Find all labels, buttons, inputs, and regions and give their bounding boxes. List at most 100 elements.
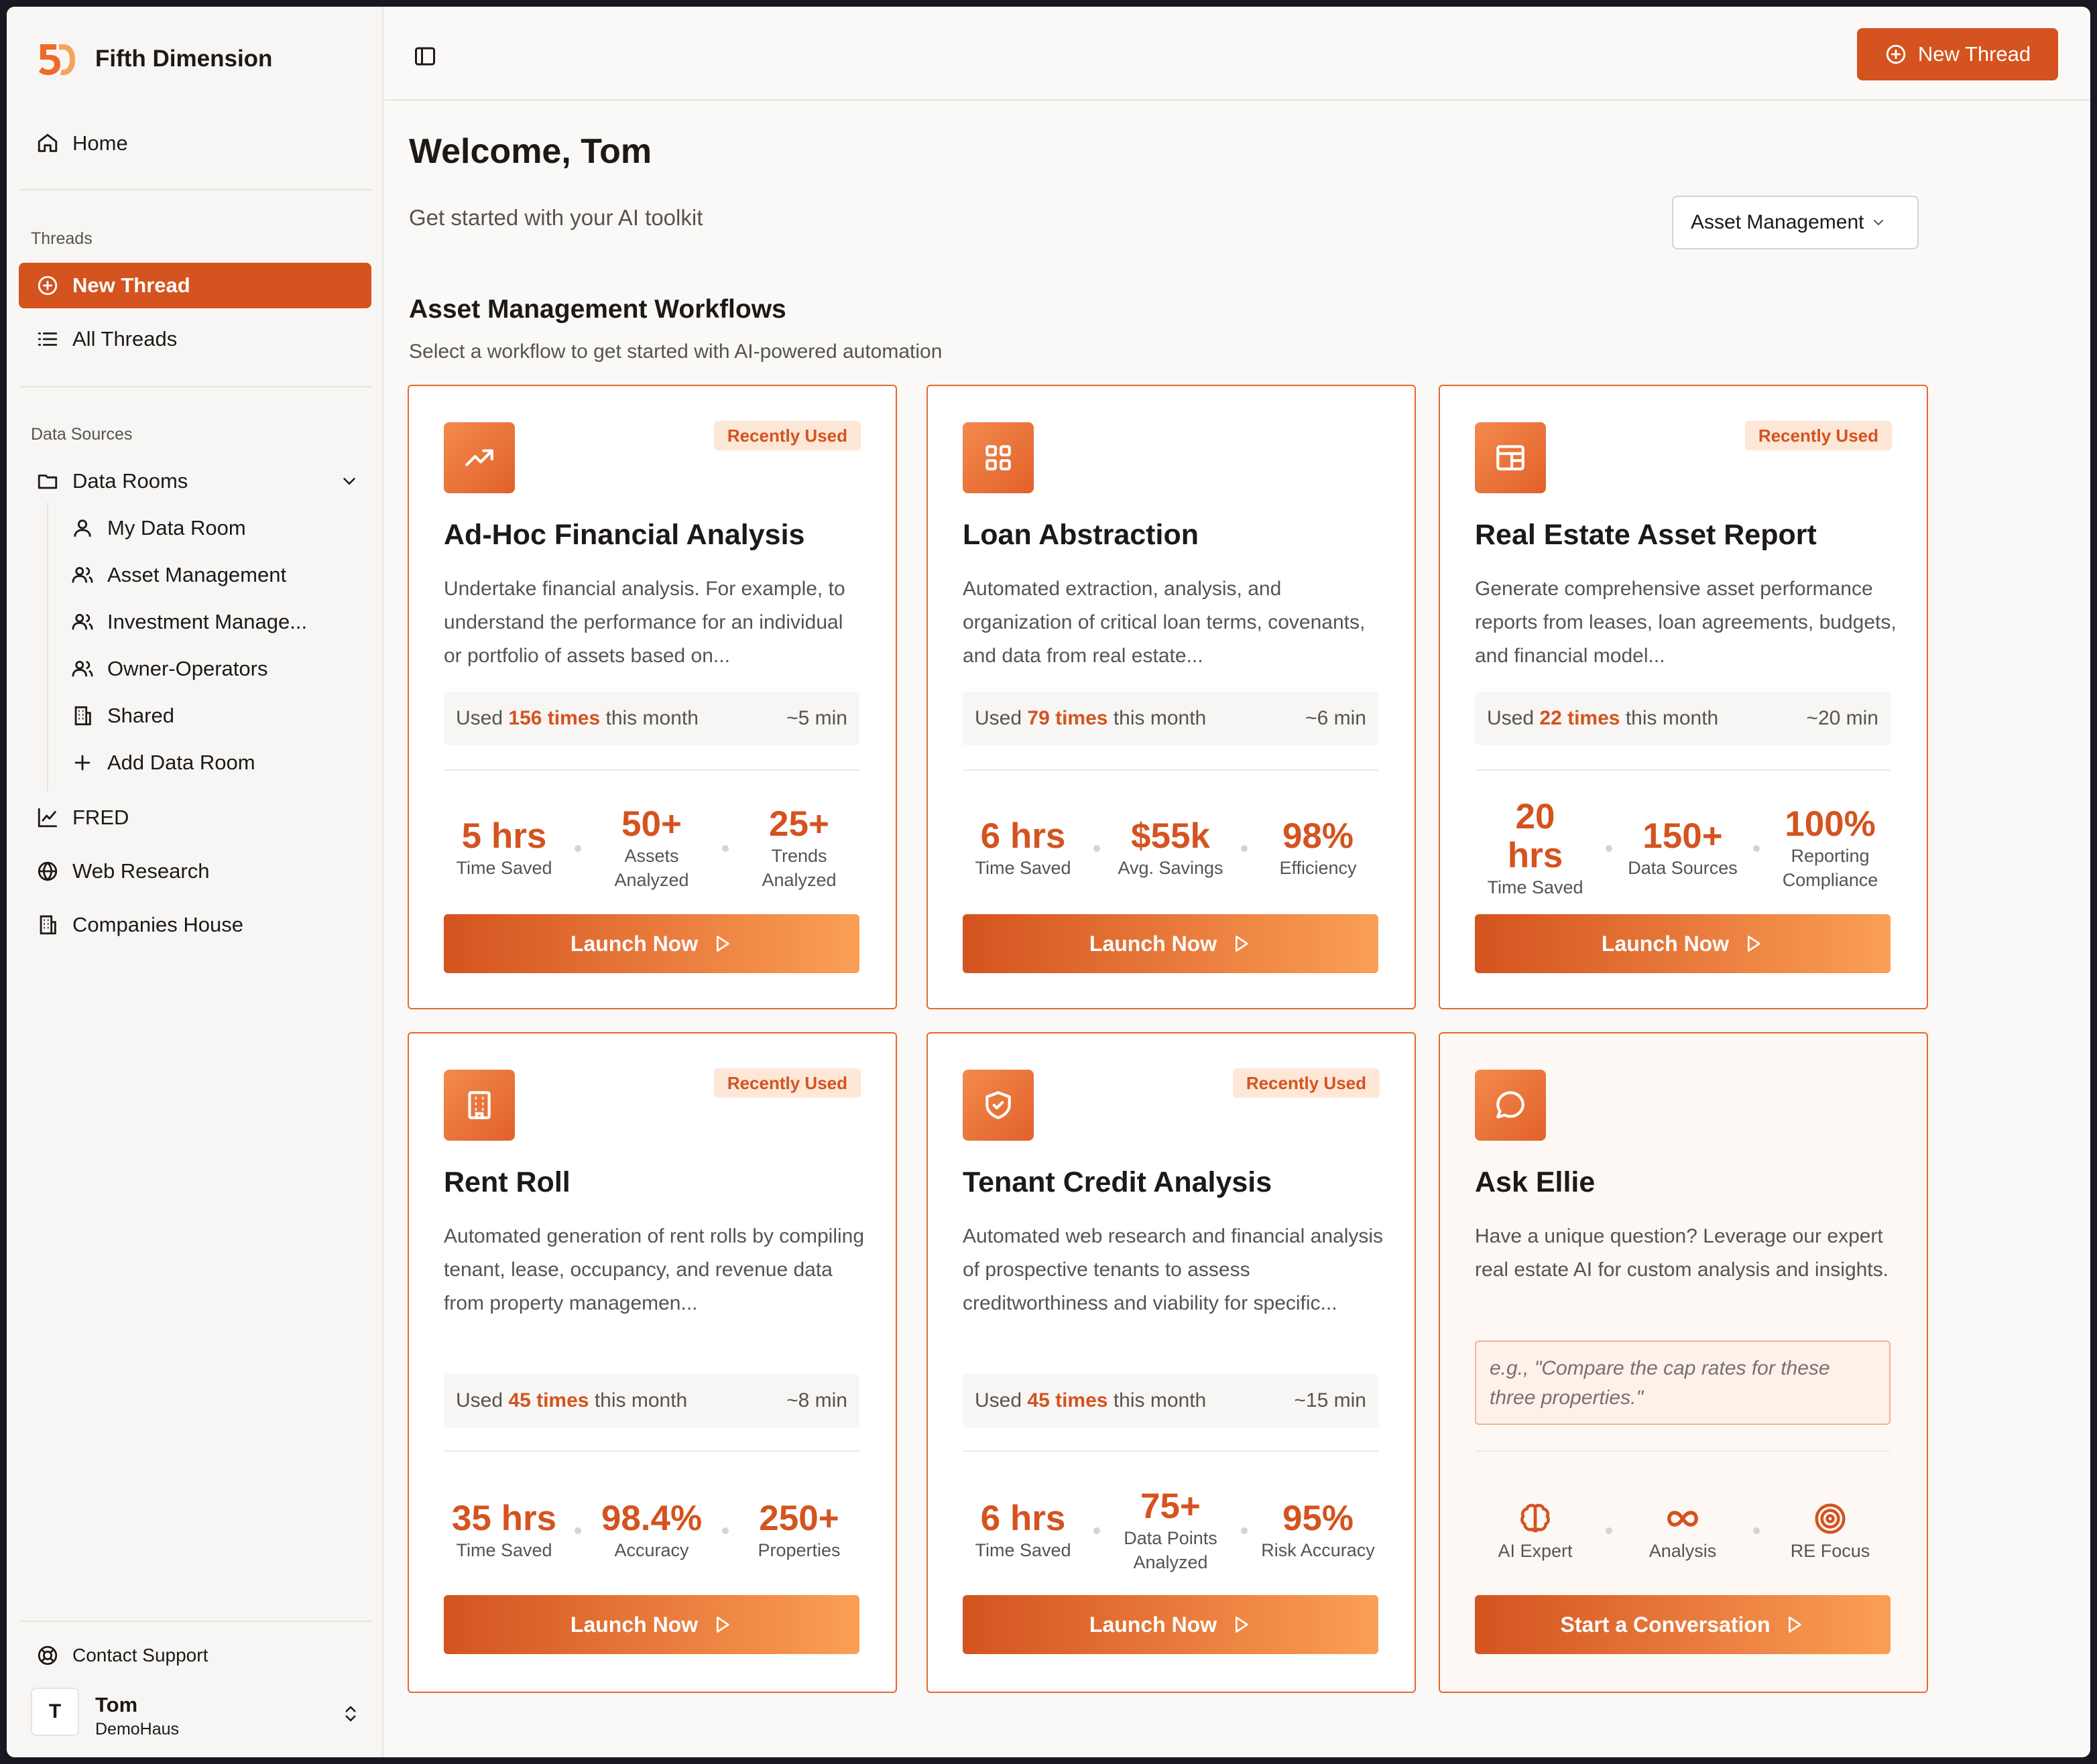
building-icon [468, 1091, 491, 1119]
workflow-card-rent-roll[interactable]: Recently Used Rent Roll Automated genera… [408, 1032, 897, 1693]
nav-room-shared[interactable]: Shared [55, 693, 377, 739]
nav-fred[interactable]: FRED [19, 795, 371, 840]
play-icon [717, 936, 729, 952]
user-name: Tom [95, 1693, 138, 1716]
stats-row: 5 hrs Time Saved 50+ Assets Analyzed 25+ Tr… [444, 788, 859, 909]
separator-dot [575, 1527, 581, 1534]
card-description: Automated generation of rent rolls by co… [444, 1225, 865, 1314]
stat: 98% Efficiency [1279, 816, 1357, 879]
nav-add-data-room[interactable]: Add Data Room [55, 740, 377, 785]
stats-row: 6 hrs Time Saved $55k Avg. Savings 98% Effi… [963, 788, 1378, 909]
workflow-icon [1475, 1070, 1546, 1141]
workspace-select[interactable]: Asset Management [1672, 196, 1919, 249]
workflow-card-real-estate-asset-report[interactable]: Recently Used Real Estate Asset Report G… [1439, 385, 1928, 1009]
stat: 6 hrs Time Saved [975, 816, 1071, 879]
play-icon [1236, 1617, 1248, 1633]
card-title: Rent Roll [444, 1166, 571, 1198]
usage-bar: Used 79 times this month ~6 min [963, 692, 1378, 745]
stats-row: 20 hrs Time Saved 150+ Data Sources 100% Re… [1475, 788, 1891, 909]
nav-room-investment-management[interactable]: Investment Manage... [55, 599, 377, 645]
usage-bar: Used 45 times this month ~15 min [963, 1374, 1378, 1428]
separator-dot [1753, 1527, 1760, 1534]
launch-button[interactable]: Launch Now [963, 914, 1378, 973]
play-icon [1789, 1617, 1802, 1633]
usage-bar: Used 45 times this month ~8 min [444, 1374, 859, 1428]
brand[interactable]: Fifth Dimension [36, 36, 272, 82]
card-description: Generate comprehensive asset performance… [1475, 578, 1897, 667]
sidebar-divider [19, 189, 371, 190]
nav-companies-house[interactable]: Companies House [19, 902, 371, 948]
workflow-card-loan-abstraction[interactable]: Loan Abstraction Automated extraction, a… [926, 385, 1416, 1009]
card-description: Automated extraction, analysis, and orga… [963, 578, 1366, 667]
recently-used-badge: Recently Used [713, 1068, 861, 1098]
page-subtitle: Get started with your AI toolkit [409, 205, 703, 230]
usage-count: 45 times [1027, 1389, 1108, 1411]
plus-circle-icon [1886, 44, 1906, 64]
trending-up-icon [465, 449, 493, 466]
shield-check-icon [985, 1091, 1011, 1119]
layout-panel-icon [1496, 445, 1524, 470]
card-title: Ad-Hoc Financial Analysis [444, 519, 805, 551]
workflow-icon [963, 1070, 1034, 1141]
duration: ~8 min [786, 1389, 847, 1411]
usage-count: 156 times [508, 707, 601, 729]
nav-all-threads[interactable]: All Threads [19, 316, 371, 362]
building-icon [74, 706, 91, 726]
card-title: Tenant Credit Analysis [963, 1166, 1272, 1198]
home-icon [38, 133, 58, 152]
workflow-card-ad-hoc-financial-analysis[interactable]: Recently Used Ad-Hoc Financial Analysis … [408, 385, 897, 1009]
separator-dot [722, 845, 729, 852]
launch-button[interactable]: Launch Now [444, 914, 859, 973]
new-thread-button[interactable]: New Thread [1857, 28, 2058, 80]
launch-button[interactable]: Launch Now [1475, 914, 1891, 973]
launch-button[interactable]: Launch Now [444, 1595, 859, 1654]
features-row: AI Expert Analysis RE Focus [1475, 1470, 1891, 1591]
avatar[interactable]: T [31, 1688, 79, 1736]
brain-icon [1520, 1503, 1550, 1532]
prompt-input[interactable]: e.g., "Compare the cap rates for these t… [1475, 1340, 1891, 1425]
card-divider [963, 769, 1378, 771]
duration: ~15 min [1294, 1389, 1366, 1411]
chevron-down-icon[interactable] [339, 471, 359, 491]
plus-circle-icon [38, 275, 58, 296]
card-description: Automated web research and financial ana… [963, 1225, 1384, 1314]
users-icon [72, 660, 93, 677]
sidebar-divider [19, 386, 371, 387]
nav-contact-support[interactable]: Contact Support [19, 1633, 371, 1678]
nav-new-thread[interactable]: New Thread [19, 263, 371, 308]
workflow-icon [963, 422, 1034, 493]
data-sources-label: Data Sources [31, 425, 133, 444]
sidebar-toggle-icon[interactable] [413, 44, 437, 68]
nav-web-research[interactable]: Web Research [19, 848, 371, 894]
stat: $55k Avg. Savings [1118, 816, 1223, 879]
nav-room-my-data-room[interactable]: My Data Room [55, 505, 377, 551]
nav-data-rooms[interactable]: Data Rooms [19, 458, 371, 504]
card-description: Undertake financial analysis. For exampl… [444, 578, 845, 667]
nav-home[interactable]: Home [19, 121, 371, 166]
ask-ellie-card[interactable]: Ask Ellie Have a unique question? Levera… [1439, 1032, 1928, 1693]
nav-room-owner-operators[interactable]: Owner-Operators [55, 646, 377, 692]
separator-dot [575, 845, 581, 852]
workflow-card-tenant-credit-analysis[interactable]: Recently Used Tenant Credit Analysis Aut… [926, 1032, 1416, 1693]
stats-row: 6 hrs Time Saved 75+ Data Points Analyzed … [963, 1470, 1378, 1591]
separator-dot [1606, 1527, 1612, 1534]
play-icon [1748, 936, 1760, 952]
nav-room-asset-management[interactable]: Asset Management [55, 552, 377, 598]
stats-row: 35 hrs Time Saved 98.4% Accuracy 250+ Prope… [444, 1470, 859, 1591]
stat: 150+ Data Sources [1628, 816, 1738, 879]
app-name: Fifth Dimension [95, 46, 273, 72]
chevron-up-down-icon[interactable] [341, 1702, 361, 1725]
line-chart-icon [38, 808, 58, 828]
grid-icon [985, 445, 1011, 470]
usage-bar: Used 156 times this month ~5 min [444, 692, 859, 745]
sidebar-divider [19, 1621, 371, 1622]
threads-label: Threads [31, 229, 93, 248]
launch-button[interactable]: Launch Now [963, 1595, 1378, 1654]
duration: ~5 min [786, 707, 847, 729]
fifth-dimension-logo [39, 44, 75, 75]
card-divider [963, 1450, 1378, 1452]
plus-icon [74, 755, 91, 771]
user-org: DemoHaus [95, 1720, 180, 1739]
start-conversation-button[interactable]: Start a Conversation [1475, 1595, 1891, 1654]
separator-dot [1606, 845, 1612, 852]
